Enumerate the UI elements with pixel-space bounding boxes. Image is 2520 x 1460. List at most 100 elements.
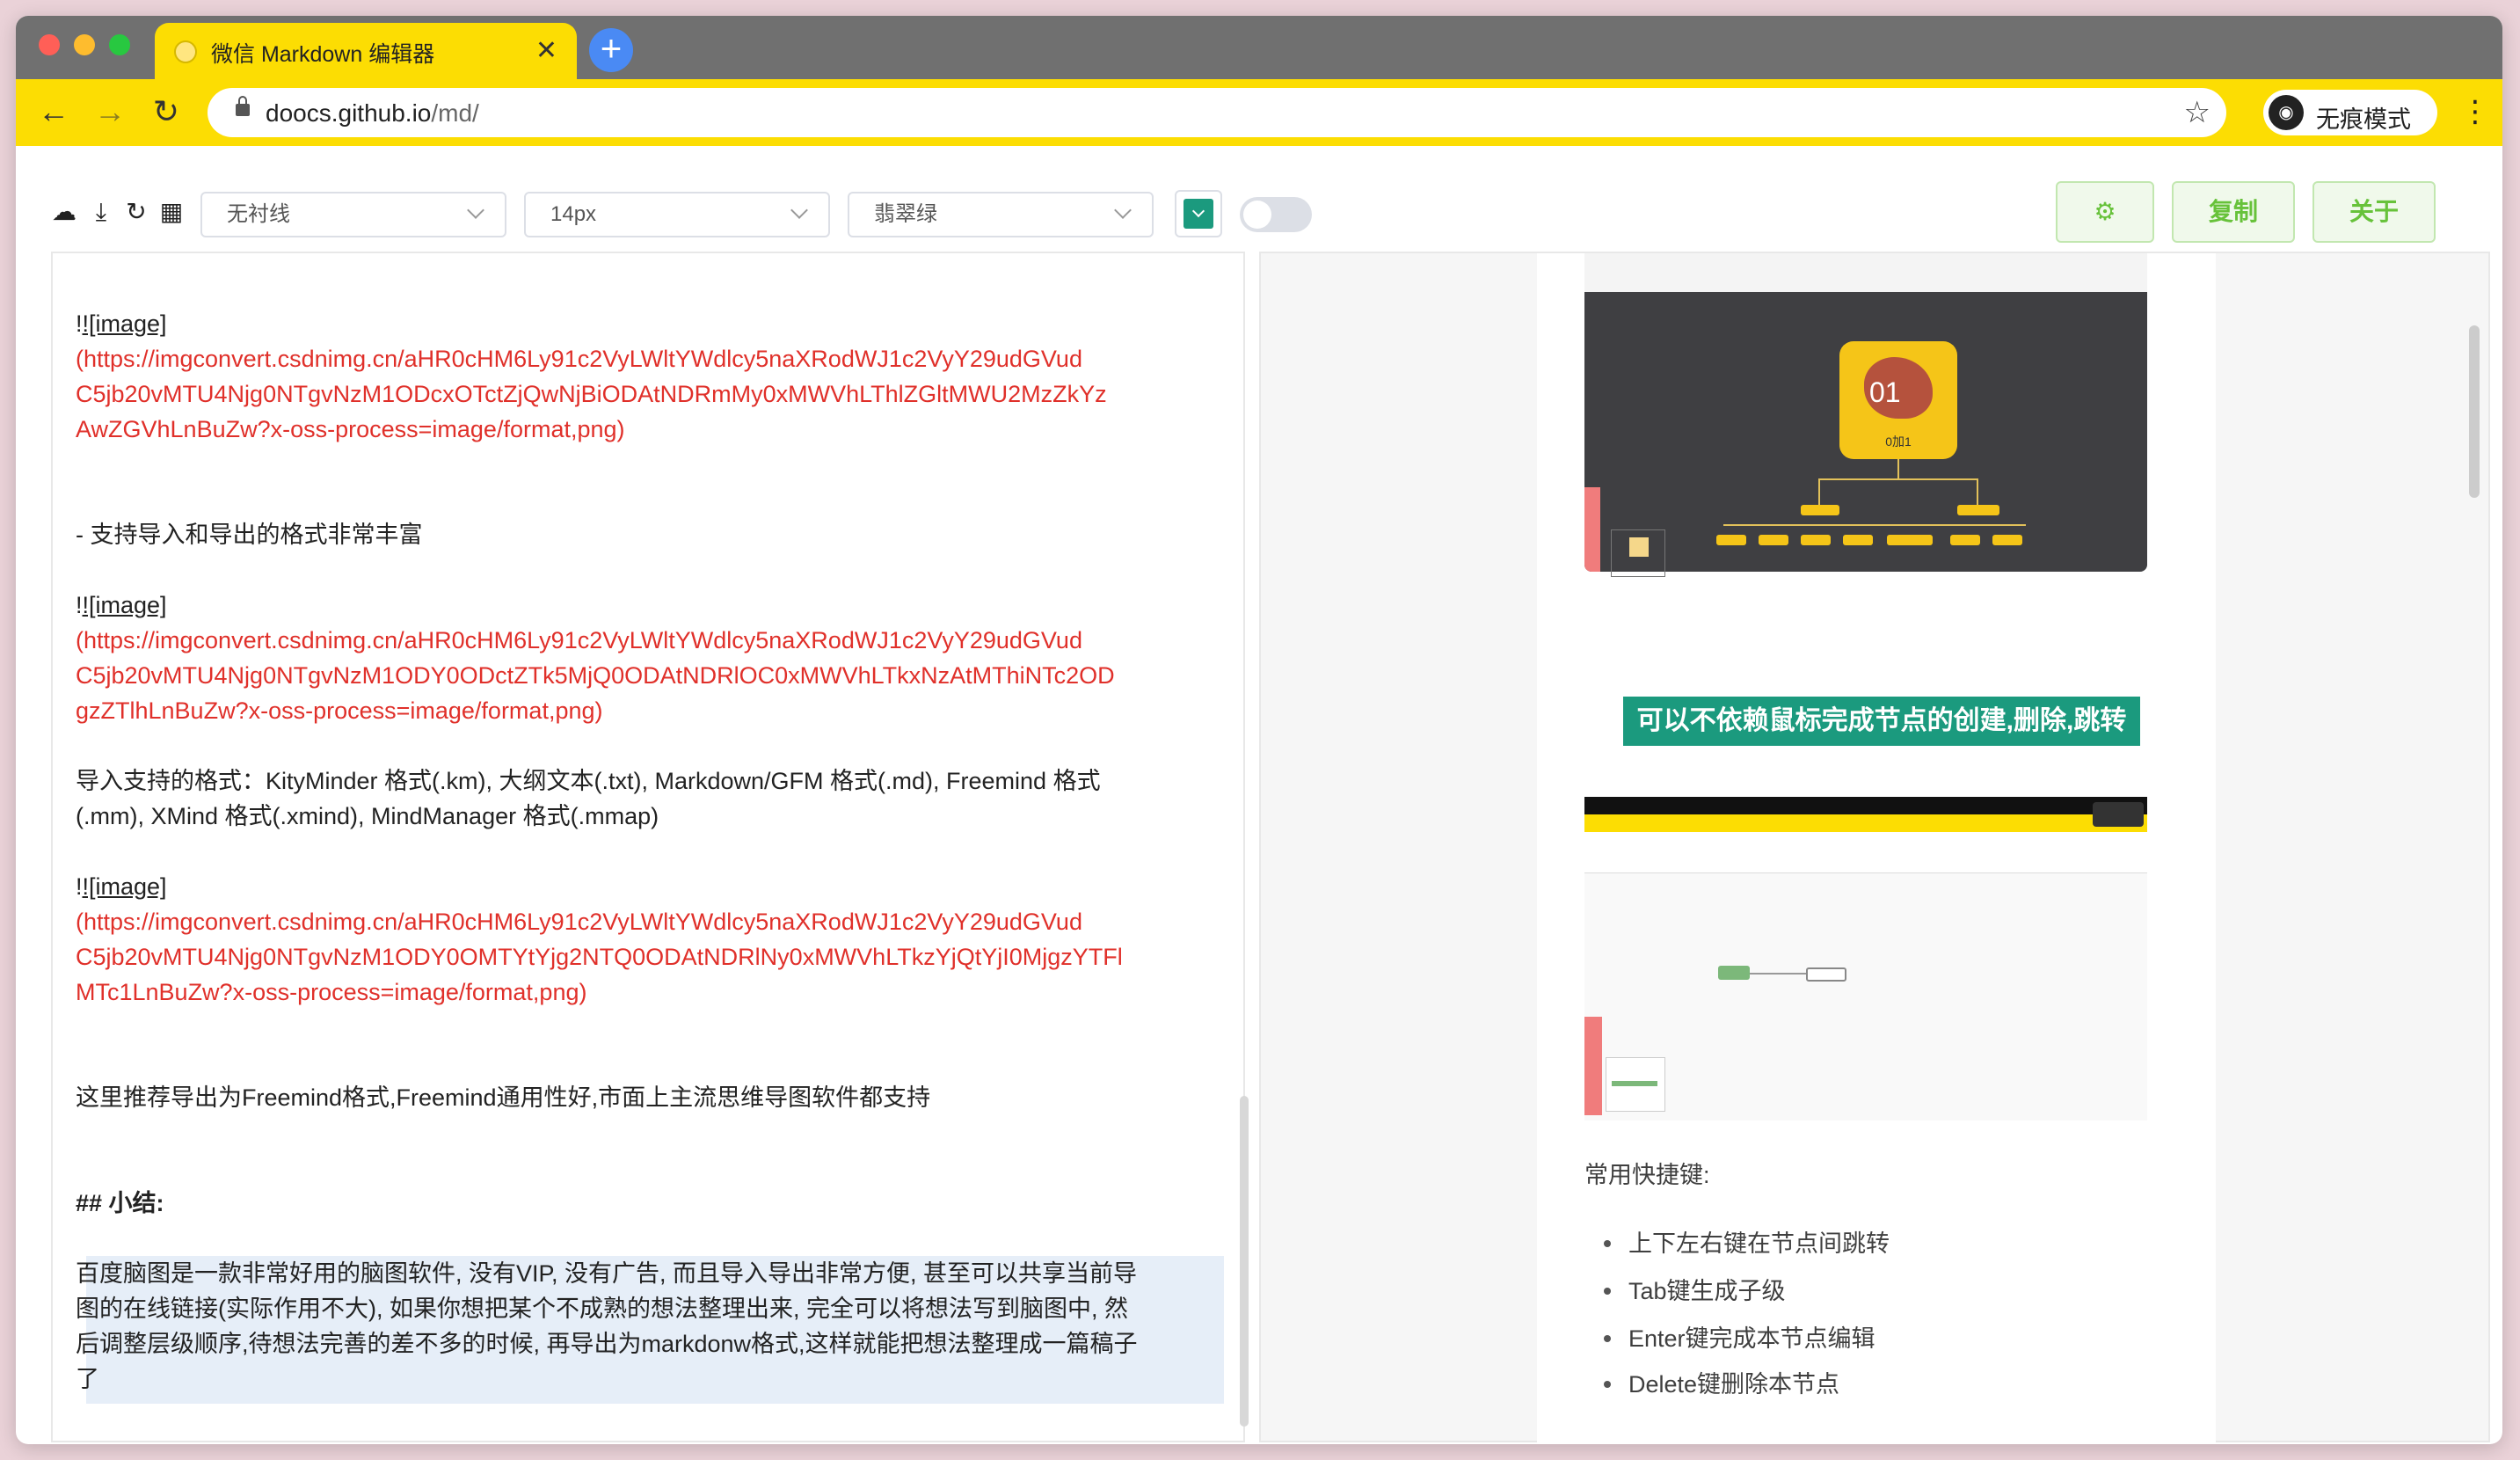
about-button[interactable]: 关于 <box>2312 181 2436 243</box>
mindmap-toolbar-strip <box>1584 253 2147 292</box>
mindmap-toolbar <box>1584 832 2147 873</box>
image1-url-line: C5jb20vMTU4Njg0NTgvNzM1ODcxOTctZjQwNjBiO… <box>76 381 1107 407</box>
image2-url-line: C5jb20vMTU4Njg0NTgvNzM1ODY0ODctZTk5MjQ0O… <box>76 662 1115 689</box>
navigator-viewport <box>1612 1081 1657 1086</box>
image2-alt: !![image] <box>76 592 167 618</box>
root-node-number: 01 <box>1869 376 1901 408</box>
image3-url-line: MTc1LnBuZw?x-oss-process=image/format,pn… <box>76 979 587 1005</box>
summary-line: 百度脑图是一款非常好用的脑图软件, 没有VIP, 没有广告, 而且导入导出非常方… <box>76 1260 1138 1287</box>
shortcut-item: Delete键删除本节点 <box>1628 1371 1840 1398</box>
browser-toolbar: ← → ↻ doocs.github.io/md/ ☆ ◉ 无痕模式 ⋮ <box>16 79 2502 146</box>
close-window-button[interactable] <box>39 34 60 55</box>
forward-arrow-icon[interactable]: → <box>90 91 130 132</box>
mindmap-node <box>1957 505 1999 515</box>
font-size-value: 14px <box>550 202 597 226</box>
summary-line: 了 <box>76 1366 99 1392</box>
new-tab-button[interactable]: + <box>589 28 633 72</box>
mindmap-canvas: 01 0加1 <box>1584 292 2147 577</box>
url-domain: doocs.github.io <box>266 99 432 127</box>
theme-color-value: 翡翠绿 <box>874 202 937 226</box>
summary-line: 图的在线链接(实际作用不大), 如果你想把某个不成熟的想法整理出来, 完全可以将… <box>76 1296 1128 1322</box>
font-family-value: 无衬线 <box>227 202 290 226</box>
tab-close-icon[interactable]: ✕ <box>535 33 557 69</box>
grid-icon[interactable]: ▦ <box>158 199 185 225</box>
summary-line: 后调整层级顺序,待想法完善的差不多的时候, 再导出为markdonw格式,这样就… <box>76 1331 1138 1357</box>
mindmap-node <box>1801 535 1831 545</box>
mindmap-node <box>1801 505 1839 515</box>
favicon-icon <box>174 40 197 63</box>
image3-alt: !![image] <box>76 873 167 900</box>
mindmap-node-selected <box>1718 966 1750 980</box>
address-bar[interactable]: doocs.github.io/md/ ☆ <box>208 88 2226 137</box>
navigator-viewport <box>1629 537 1649 557</box>
mindmap-node <box>1992 535 2022 545</box>
shortcut-item: 上下左右键在节点间跳转 <box>1628 1230 1890 1257</box>
bookmark-star-icon[interactable]: ☆ <box>2184 95 2210 130</box>
shortcuts-title: 常用快捷键: <box>1584 1162 1710 1188</box>
highlight-caption: 可以不依赖鼠标完成节点的创建,删除,跳转 <box>1623 697 2140 746</box>
tab-title: 微信 Markdown 编辑器 <box>211 42 435 67</box>
chevron-down-icon <box>1114 201 1132 219</box>
mindmap-node <box>1887 535 1933 545</box>
mindmap-link <box>1818 478 1820 505</box>
font-family-select[interactable]: 无衬线 <box>200 192 506 237</box>
browser-address-strip <box>1584 814 2147 832</box>
preview-scrollbar[interactable] <box>2469 325 2480 498</box>
recommend-text: 这里推荐导出为Freemind格式,Freemind通用性好,市面上主流思维导图… <box>76 1084 931 1111</box>
upload-cloud-icon[interactable]: ☁ <box>51 199 77 225</box>
list-item: - 支持导入和导出的格式非常丰富 <box>76 522 423 548</box>
mindmap-screenshot-1: 01 0加1 <box>1584 253 2147 577</box>
editor-header: ☁ ⤓ ↻ ▦ 无衬线 14px 翡翠绿 ⚙ 复制 关于 <box>16 146 2502 255</box>
incognito-badge[interactable]: ◉ 无痕模式 <box>2263 90 2437 135</box>
mindmap-node <box>1759 535 1788 545</box>
mindmap-link <box>1977 478 1978 505</box>
refresh-icon[interactable]: ↻ <box>123 199 149 225</box>
toggle-knob <box>1243 201 1271 229</box>
mindmap-link <box>1723 524 2026 526</box>
bullet-icon <box>1604 1335 1611 1342</box>
formats-line: 导入支持的格式：KityMinder 格式(.km), 大纲文本(.txt), … <box>76 768 1101 794</box>
mindmap-node <box>1716 535 1746 545</box>
zoom-window-button[interactable] <box>109 34 130 55</box>
theme-color-select[interactable]: 翡翠绿 <box>848 192 1154 237</box>
incognito-label: 无痕模式 <box>2316 106 2411 133</box>
mindmap-navigator <box>1606 1057 1665 1112</box>
browser-window: 微信 Markdown 编辑器 ✕ + ← → ↻ doocs.github.i… <box>16 16 2502 1444</box>
font-size-select[interactable]: 14px <box>524 192 830 237</box>
settings-button[interactable]: ⚙ <box>2056 181 2154 243</box>
bullet-icon <box>1604 1288 1611 1295</box>
bullet-icon <box>1604 1240 1611 1247</box>
mindmap-node <box>1843 535 1873 545</box>
incognito-icon: ◉ <box>2269 95 2304 130</box>
minimize-window-button[interactable] <box>74 34 95 55</box>
image1-url-line: (https://imgconvert.csdnimg.cn/aHR0cHM6L… <box>76 346 1082 372</box>
browser-tab[interactable]: 微信 Markdown 编辑器 ✕ <box>155 23 577 79</box>
mode-toggle[interactable] <box>1240 197 1312 232</box>
mindmap-link <box>1818 478 1977 480</box>
back-arrow-icon[interactable]: ← <box>33 91 74 132</box>
image2-url-line: gzZTlhLnBuZw?x-oss-process=image/format,… <box>76 697 603 724</box>
chevron-down-icon <box>790 201 808 219</box>
mindmap-root-node: 01 0加1 <box>1839 341 1957 459</box>
lock-icon <box>236 96 250 116</box>
chevron-down-icon <box>467 201 484 219</box>
formats-line: (.mm), XMind 格式(.xmind), MindManager 格式(… <box>76 803 659 829</box>
download-icon[interactable]: ⤓ <box>88 199 114 225</box>
color-swatch <box>1184 199 1213 229</box>
copy-button[interactable]: 复制 <box>2172 181 2295 243</box>
browser-menu-icon[interactable]: ⋮ <box>2460 91 2490 132</box>
browser-chrome-bar <box>1584 797 2147 814</box>
image1-alt: !![image] <box>76 310 167 337</box>
mindmap-side-bar <box>1584 1017 1602 1115</box>
mindmap-node <box>1806 967 1846 982</box>
shortcut-item: Tab键生成子级 <box>1628 1278 1786 1304</box>
color-picker[interactable] <box>1175 190 1222 237</box>
url-text: doocs.github.io/md/ <box>266 99 479 128</box>
reload-icon[interactable]: ↻ <box>146 91 186 132</box>
mindmap-side-bar <box>1584 487 1600 572</box>
mindmap-link <box>1897 459 1899 478</box>
mindmap-screenshot-2 <box>1584 797 2147 1121</box>
root-node-caption: 0加1 <box>1885 434 1912 449</box>
editor-scrollbar[interactable] <box>1240 1096 1249 1427</box>
mindmap-node <box>1950 535 1980 545</box>
